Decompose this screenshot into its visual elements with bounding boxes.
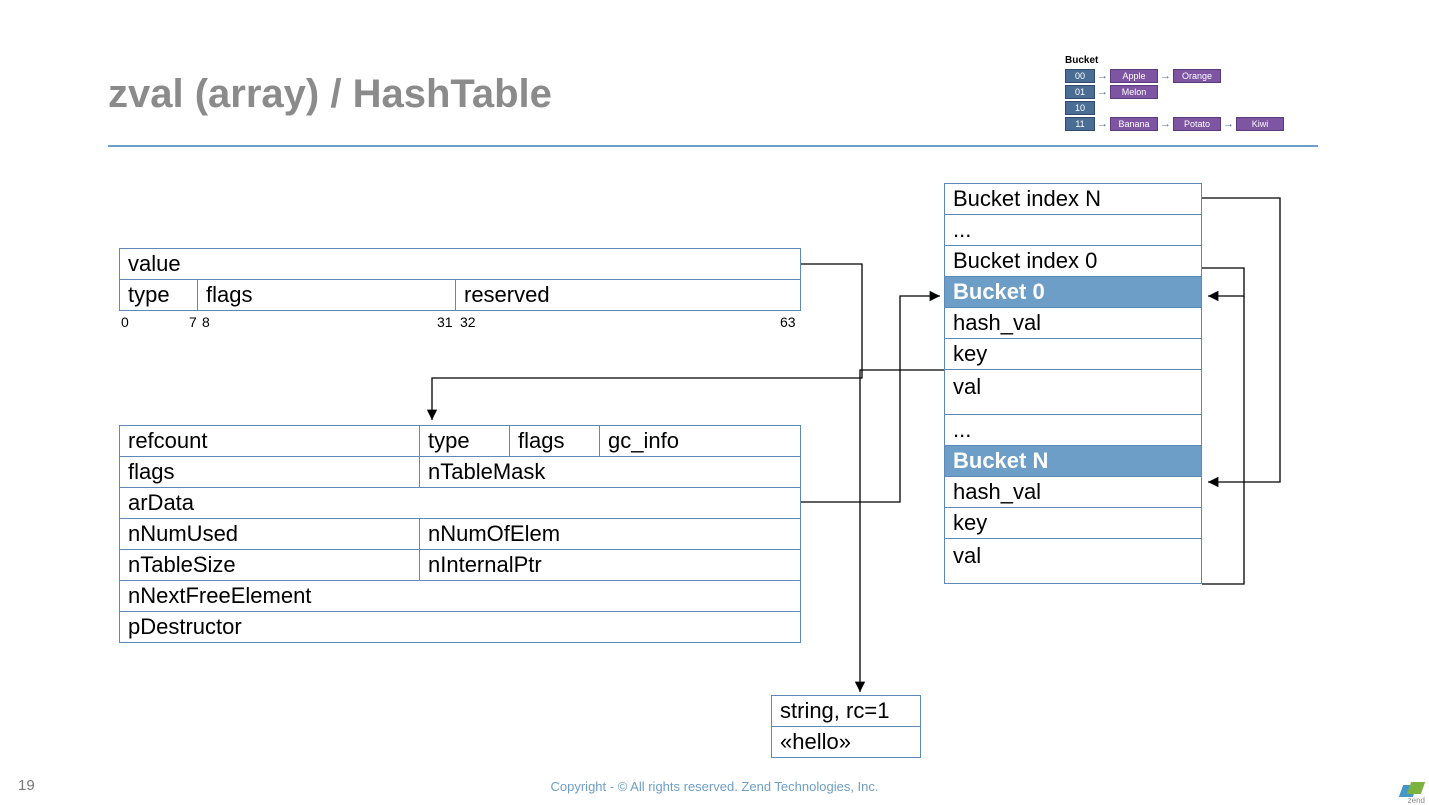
mini-item: Apple xyxy=(1110,69,1158,83)
arrow-icon: → xyxy=(1160,117,1171,131)
ht-nnextfree: nNextFreeElement xyxy=(120,581,801,612)
arrow-icon: → xyxy=(1097,117,1108,131)
mini-bucket-illustration: Bucket 00→Apple→Orange01→Melon1011→Banan… xyxy=(1065,55,1284,132)
mini-item: Melon xyxy=(1110,85,1158,99)
ht-gcinfo: gc_info xyxy=(600,426,801,457)
bucket-idx-dots: ... xyxy=(945,215,1202,246)
mini-header: Bucket xyxy=(1065,55,1284,66)
ht-pdestructor: pDestructor xyxy=(120,612,801,643)
bit-31: 31 xyxy=(437,314,453,330)
bucketn-hash: hash_val xyxy=(945,477,1202,508)
hashtable-table: refcount type flags gc_info flags nTable… xyxy=(119,425,801,643)
bucket0-hash: hash_val xyxy=(945,308,1202,339)
ht-type: type xyxy=(420,426,510,457)
bit-7: 7 xyxy=(189,314,197,330)
bucket0-val: val xyxy=(945,370,1202,415)
ht-flags: flags xyxy=(510,426,600,457)
bucketn-val: val xyxy=(945,539,1202,584)
mini-item: Potato xyxy=(1173,117,1221,131)
arrow-icon: → xyxy=(1097,85,1108,99)
mini-slot: 10 xyxy=(1065,101,1095,115)
ht-ninternalptr: nInternalPtr xyxy=(420,550,801,581)
arrow-icon: → xyxy=(1223,117,1234,131)
slide-title: zval (array) / HashTable xyxy=(108,72,552,117)
ht-ntablemask: nTableMask xyxy=(420,457,801,488)
ht-flags2: flags xyxy=(120,457,420,488)
mini-slot: 11 xyxy=(1065,117,1095,131)
bucket-idx-n: Bucket index N xyxy=(945,184,1202,215)
zval-table: value type flags reserved xyxy=(119,248,801,311)
mini-item: Orange xyxy=(1173,69,1221,83)
string-meta: string, rc=1 xyxy=(772,696,921,727)
mini-row: 11→Banana→Potato→Kiwi xyxy=(1065,116,1284,131)
zval-type: type xyxy=(120,280,198,311)
zval-flags: flags xyxy=(198,280,456,311)
arrow-icon: → xyxy=(1097,69,1108,83)
title-divider xyxy=(108,145,1318,147)
ht-ardata: arData xyxy=(120,488,801,519)
bucket-0: Bucket 0 xyxy=(945,277,1202,308)
mini-item: Banana xyxy=(1110,117,1158,131)
mini-item: Kiwi xyxy=(1236,117,1284,131)
ht-nnumused: nNumUsed xyxy=(120,519,420,550)
bucket-dots: ... xyxy=(945,415,1202,446)
bucket0-key: key xyxy=(945,339,1202,370)
arrow-icon: → xyxy=(1160,69,1171,83)
ht-refcount: refcount xyxy=(120,426,420,457)
mini-slot: 00 xyxy=(1065,69,1095,83)
zval-value: value xyxy=(120,249,801,280)
string-box: string, rc=1 «hello» xyxy=(771,695,921,758)
mini-row: 00→Apple→Orange xyxy=(1065,68,1284,83)
string-val: «hello» xyxy=(772,727,921,758)
bucket-n: Bucket N xyxy=(945,446,1202,477)
bucket-idx-0: Bucket index 0 xyxy=(945,246,1202,277)
zval-reserved: reserved xyxy=(456,280,801,311)
mini-slot: 01 xyxy=(1065,85,1095,99)
bit-63: 63 xyxy=(780,314,796,330)
bit-32: 32 xyxy=(460,314,476,330)
mini-row: 10 xyxy=(1065,100,1284,115)
bit-0: 0 xyxy=(121,314,129,330)
ht-nnumofelem: nNumOfElem xyxy=(420,519,801,550)
bucketn-key: key xyxy=(945,508,1202,539)
bit-8: 8 xyxy=(202,314,210,330)
mini-row: 01→Melon xyxy=(1065,84,1284,99)
copyright-footer: Copyright - © All rights reserved. Zend … xyxy=(0,779,1429,794)
ht-ntablesize: nTableSize xyxy=(120,550,420,581)
bucket-table: Bucket index N ... Bucket index 0 Bucket… xyxy=(944,183,1202,584)
